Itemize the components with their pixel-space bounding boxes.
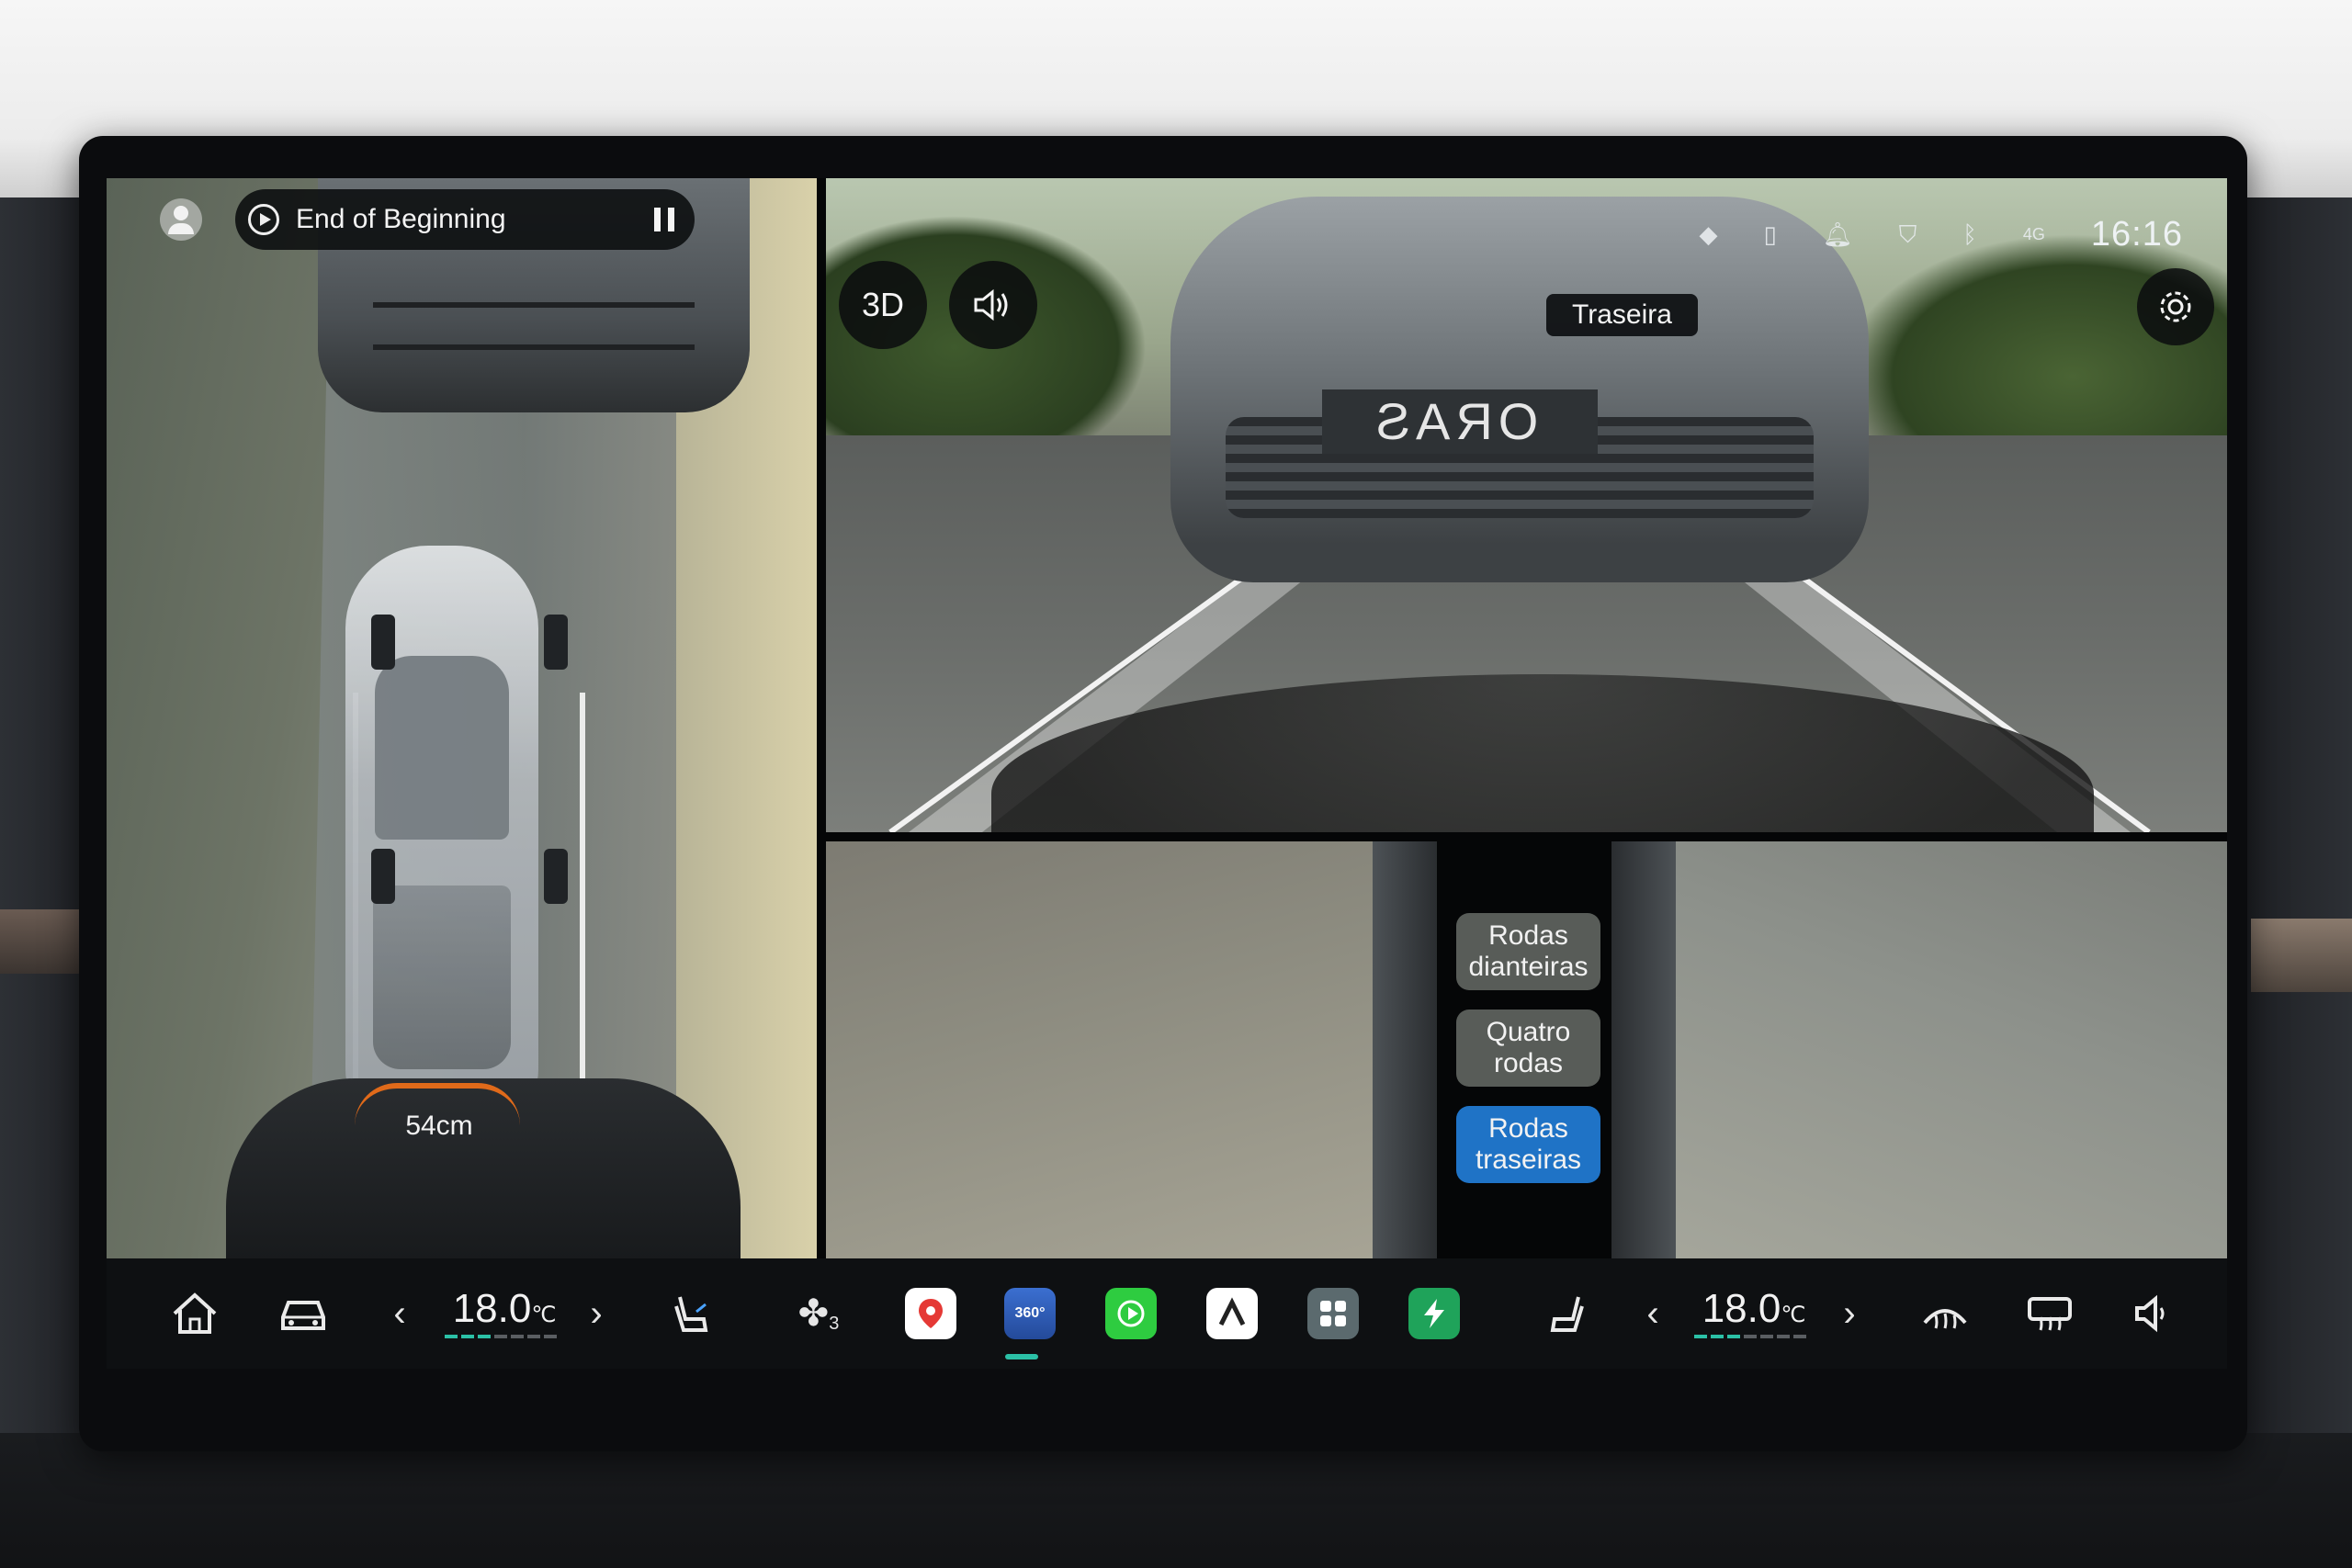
right-temp-decrease-button[interactable]: ‹ [1639,1277,1667,1350]
left-temp-value-wrap: 18.0℃ [453,1286,557,1332]
fan-speed-value: 3 [829,1313,840,1334]
car-icon [281,1301,325,1330]
wheel-camera-left [826,841,1437,1258]
fan-speed-button[interactable]: ✤ 3 [786,1277,851,1350]
seat-icon [674,1296,708,1332]
left-temp-increase-button[interactable]: › [582,1277,610,1350]
rear-wheels-button[interactable]: Rodas traseiras [1456,1106,1600,1183]
ego-wheel-fl [371,615,395,670]
shield-icon: ⛉ [1898,220,1917,248]
ego-wheel-rl [371,849,395,904]
vehicle-side-right [1611,841,1676,1258]
front-wheels-button[interactable]: Rodas dianteiras [1456,913,1600,990]
bell-icon: 🔔︎ [1822,220,1853,248]
assistant-icon: ◆ [1699,220,1718,248]
apps-grid-icon [1307,1288,1359,1339]
right-temp-value-wrap: 18.0℃ [1702,1286,1806,1332]
pause-icon[interactable] [654,208,674,231]
wheel-camera-right [1611,841,2227,1258]
left-fan-level-bar [445,1335,557,1338]
navigation-arrow-icon [1206,1288,1258,1339]
four-wheels-button[interactable]: Quatro rodas [1456,1010,1600,1087]
gear-icon [2160,291,2191,322]
status-bar: ◆ ▯ 🔔︎ ⛉ ᛒ 4G 16:16 [1699,215,2183,254]
play-app-icon [1105,1288,1157,1339]
phone-vibrate-icon: ▯ [1763,220,1777,248]
media-player-app[interactable] [1099,1277,1163,1350]
right-temp-unit: ℃ [1781,1303,1806,1327]
left-temp-unit: ℃ [531,1303,557,1327]
seat-icon-right [1550,1296,1584,1332]
right-temp-value: 18.0 [1702,1286,1781,1331]
media-mini-player[interactable]: End of Beginning [235,189,695,250]
clock: 16:16 [2090,215,2183,254]
volume-icon [2135,1294,2165,1333]
ego-wheel-rr [544,849,568,904]
sound-button[interactable] [949,261,1037,349]
user-avatar-icon[interactable] [160,198,202,241]
view-3d-button[interactable]: 3D [839,261,927,349]
vehicle-side-left [1373,841,1437,1258]
camera-360-app[interactable]: 360° [998,1277,1062,1350]
media-title: End of Beginning [296,204,506,234]
left-temperature[interactable]: 18.0℃ [435,1277,573,1350]
right-temp-increase-button[interactable]: › [1836,1277,1863,1350]
rear-camera-view: ƧAЯO 3D Traseira ◆ ▯ 🔔︎ ⛉ ᛒ 4G 16:16 [826,178,2227,832]
charging-app[interactable] [1402,1277,1466,1350]
home-button[interactable] [167,1277,222,1350]
camera-360-icon: 360° [1004,1288,1056,1339]
dashboard-trim-right [2251,919,2352,992]
seat-heat-left-button[interactable] [663,1277,718,1350]
map-pin-icon [905,1288,956,1339]
settings-button[interactable] [2137,268,2214,345]
infotainment-screen: 54cm End of Beginning ƧAЯO 3D Traseira ◆… [107,178,2227,1369]
home-icon [173,1292,217,1334]
navigation-app[interactable] [1200,1277,1264,1350]
bottom-dock: ‹ 18.0℃ › ✤ 3 360° ‹ 18.0℃ › [107,1258,2227,1369]
seat-heat-right-button[interactable] [1540,1277,1595,1350]
vehicle-button[interactable] [276,1277,331,1350]
play-circle-icon[interactable] [248,204,279,235]
front-defrost-icon [1923,1309,1967,1329]
front-defrost-button[interactable] [1913,1277,1977,1350]
active-app-indicator [1005,1354,1038,1359]
left-temp-value: 18.0 [452,1286,532,1331]
volume-button[interactable] [2124,1277,2179,1350]
camera-view-label: Traseira [1546,294,1698,336]
rear-defrost-icon [2028,1297,2072,1331]
distance-readout: 54cm [405,1111,473,1141]
dashboard-right [2242,197,2352,1568]
lightning-icon [1408,1288,1460,1339]
car-plate: ƧAЯO [1322,389,1598,454]
maps-app[interactable] [899,1277,963,1350]
ego-wheel-fr [544,615,568,670]
bluetooth-icon: ᛒ [1962,220,1977,248]
right-fan-level-bar [1694,1335,1806,1338]
right-temperature[interactable]: 18.0℃ [1685,1277,1823,1350]
fan-icon: ✤ [797,1293,830,1334]
app-launcher[interactable] [1301,1277,1365,1350]
rear-defrost-button[interactable] [2018,1277,2082,1350]
dashboard-bottom [0,1433,2352,1568]
network-indicator: 4G [2022,225,2045,243]
left-temp-decrease-button[interactable]: ‹ [386,1277,413,1350]
surround-view-topdown: 54cm End of Beginning [107,178,817,1258]
speaker-icon [974,288,1008,321]
